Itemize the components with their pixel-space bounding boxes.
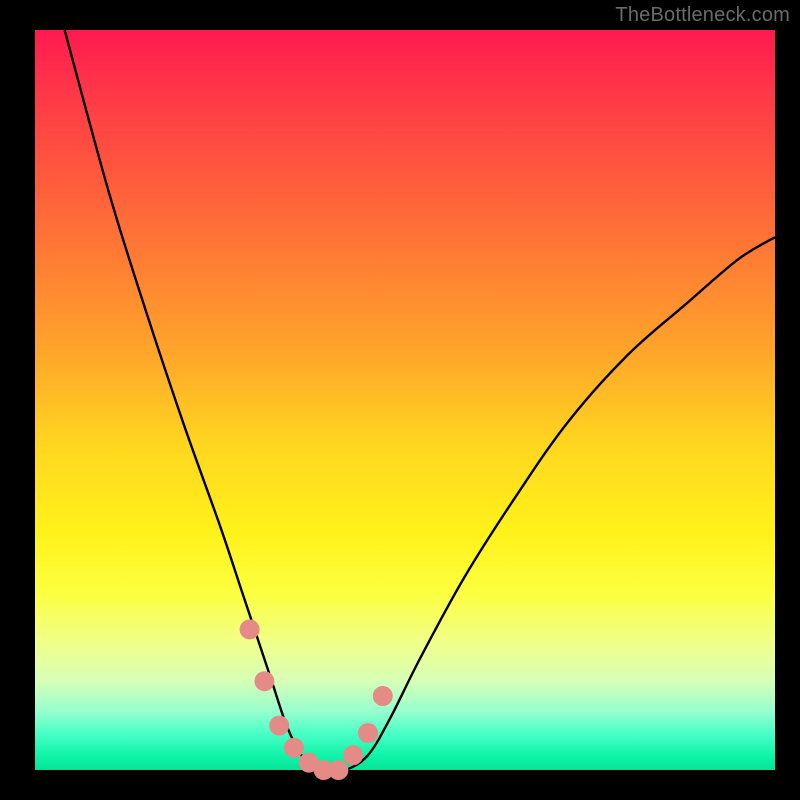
highlight-dot bbox=[343, 745, 363, 765]
highlight-dot bbox=[358, 723, 378, 743]
highlight-dot bbox=[284, 738, 304, 758]
highlight-dot bbox=[254, 671, 274, 691]
highlight-dot bbox=[240, 619, 260, 639]
highlight-dots-group bbox=[240, 619, 393, 780]
chart-svg-layer bbox=[35, 30, 775, 770]
highlight-dot bbox=[269, 716, 289, 736]
attribution-label: TheBottleneck.com bbox=[615, 4, 790, 27]
highlight-dot bbox=[373, 686, 393, 706]
bottleneck-curve bbox=[65, 30, 775, 771]
highlight-dot bbox=[328, 760, 348, 780]
chart-container: TheBottleneck.com bbox=[0, 0, 800, 800]
